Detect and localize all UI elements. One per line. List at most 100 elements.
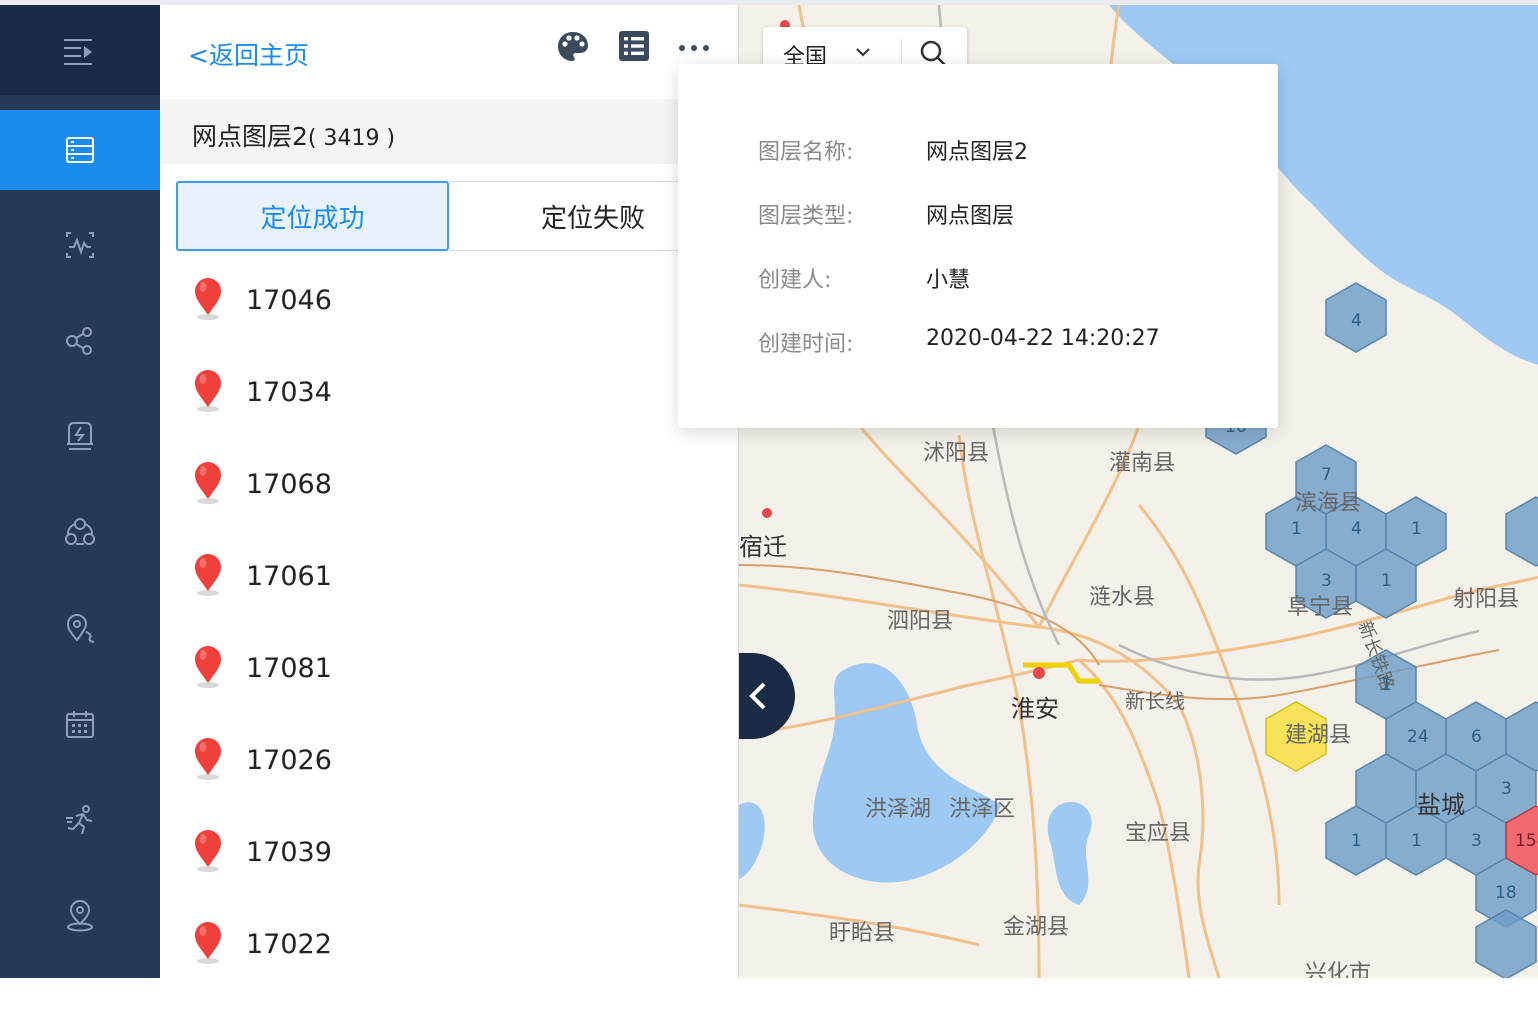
layer-title: 网点图层2( 3419 ) — [192, 122, 396, 151]
map-pin-icon — [195, 554, 221, 596]
hex-count: 3 — [1471, 831, 1482, 851]
chevron-down-icon[interactable] — [855, 47, 871, 57]
map-pin-icon — [195, 462, 221, 504]
info-label: 创建人: — [758, 268, 832, 293]
list-item[interactable]: 17061 — [160, 553, 738, 645]
hex-count: 4 — [1351, 519, 1362, 539]
place-label: 盐城 — [1417, 791, 1465, 819]
hex-count: 3 — [1501, 779, 1512, 799]
hex-count: 18 — [1495, 883, 1517, 903]
layer-title-bar: 网点图层2( 3419 ) — [160, 99, 738, 164]
more-icon[interactable] — [678, 43, 710, 53]
list-item[interactable]: 17034 — [160, 369, 738, 461]
place-label: 灌南县 — [1109, 451, 1176, 476]
sidebar-item-calendar[interactable] — [0, 684, 160, 764]
search-icon[interactable] — [919, 39, 947, 67]
sidebar-item-layers[interactable] — [0, 110, 160, 190]
sidebar-item-location[interactable] — [0, 876, 160, 956]
sidebar-item-report[interactable] — [0, 396, 160, 476]
layer-panel: <返回主页 网点图层2( 3419 ) 定位成功 定位失败 17046 17034… — [160, 5, 738, 978]
place-label: 滨海县 — [1295, 491, 1362, 516]
hex-count: 1 — [1411, 831, 1422, 851]
map-pin-icon — [195, 646, 221, 688]
info-value: 网点图层2 — [926, 140, 1028, 165]
sidebar — [0, 5, 160, 978]
place-label: 金湖县 — [1003, 915, 1070, 940]
place-label: 涟水县 — [1089, 585, 1156, 610]
list-item[interactable]: 17068 — [160, 461, 738, 553]
palette-icon[interactable] — [556, 30, 590, 64]
info-value: 网点图层 — [926, 204, 1015, 229]
hex-count: 4 — [1351, 311, 1362, 331]
share-nodes-icon — [66, 327, 92, 355]
hex-count: 1 — [1351, 831, 1362, 851]
sidebar-item-analysis[interactable] — [0, 205, 160, 285]
flash-report-icon — [67, 422, 93, 450]
list-item[interactable]: 17026 — [160, 737, 738, 829]
hex-count: 1 — [1381, 675, 1392, 695]
place-label: 宝应县 — [1125, 821, 1192, 846]
list-item-label: 17046 — [246, 285, 332, 316]
run-icon — [66, 805, 93, 835]
map-pin-icon — [195, 830, 221, 872]
info-label: 创建时间: — [758, 332, 854, 357]
layer-count: ( 3419 ) — [307, 126, 396, 151]
place-label: 盱眙县 — [829, 921, 896, 946]
info-value: 小慧 — [926, 268, 971, 293]
place-label: 宿迁 — [739, 533, 787, 561]
place-label: 洪泽湖 — [865, 797, 932, 822]
hex-count: 1 — [1381, 571, 1392, 591]
place-label: 新长线 — [1125, 689, 1185, 713]
hex-count: 154 — [1515, 831, 1538, 851]
list-item-label: 17034 — [246, 377, 332, 408]
map-pin-icon — [67, 900, 93, 932]
back-home-link[interactable]: <返回主页 — [188, 36, 309, 72]
hex-count: 7 — [1321, 465, 1332, 485]
calendar-icon — [66, 711, 94, 738]
list-item[interactable]: 17022 — [160, 921, 738, 1013]
list-item-label: 17022 — [246, 929, 332, 960]
chevron-left-icon — [749, 682, 766, 710]
hex-count: 6 — [1471, 727, 1482, 747]
list-icon[interactable] — [618, 30, 650, 62]
sidebar-header — [0, 5, 160, 95]
layers-icon — [66, 137, 94, 163]
sidebar-item-cluster[interactable] — [0, 492, 160, 572]
list-item-label: 17061 — [246, 561, 332, 592]
place-label: 射阳县 — [1453, 587, 1520, 612]
map-pin-icon — [195, 738, 221, 780]
place-label: 阜宁县 — [1287, 595, 1354, 620]
place-label: 建湖县 — [1285, 723, 1352, 748]
info-label: 图层名称: — [758, 140, 854, 165]
layer-info-popup: 图层名称: 网点图层2 图层类型: 网点图层创建人: 小慧创建时间: 2020-04-22… — [678, 64, 1278, 428]
waveform-icon — [66, 232, 94, 258]
place-label: 兴化市 — [1305, 961, 1372, 978]
place-label: 淮安 — [1011, 695, 1059, 723]
location-route-icon — [66, 614, 95, 643]
menu-toggle-icon[interactable] — [63, 38, 93, 66]
sidebar-item-route[interactable] — [0, 588, 160, 668]
place-label: 沭阳县 — [923, 441, 990, 466]
tab-located-success[interactable]: 定位成功 — [176, 181, 449, 251]
map-pin-icon — [195, 370, 221, 412]
info-value: 2020-04-22 14:20:27 — [926, 326, 1160, 351]
list-item-label: 17039 — [246, 837, 332, 868]
list-item-label: 17081 — [246, 653, 332, 684]
list-item[interactable]: 17039 — [160, 829, 738, 921]
place-label: 洪泽区 — [949, 797, 1016, 822]
list-item-label: 17068 — [246, 469, 332, 500]
info-label: 图层类型: — [758, 204, 854, 229]
sidebar-item-tracking[interactable] — [0, 780, 160, 860]
cluster-icon — [65, 518, 95, 545]
list-item[interactable]: 17046 — [160, 277, 738, 369]
list-item-label: 17026 — [246, 745, 332, 776]
map-pin-icon — [195, 922, 221, 964]
search-divider — [901, 39, 902, 65]
sidebar-item-share[interactable] — [0, 301, 160, 381]
map-pin-icon — [195, 278, 221, 320]
hex-count: 1 — [1411, 519, 1422, 539]
list-item[interactable]: 17081 — [160, 645, 738, 737]
hex-count: 1 — [1291, 519, 1302, 539]
status-tabs: 定位成功 定位失败 — [176, 181, 738, 251]
hex-count: 3 — [1321, 571, 1332, 591]
